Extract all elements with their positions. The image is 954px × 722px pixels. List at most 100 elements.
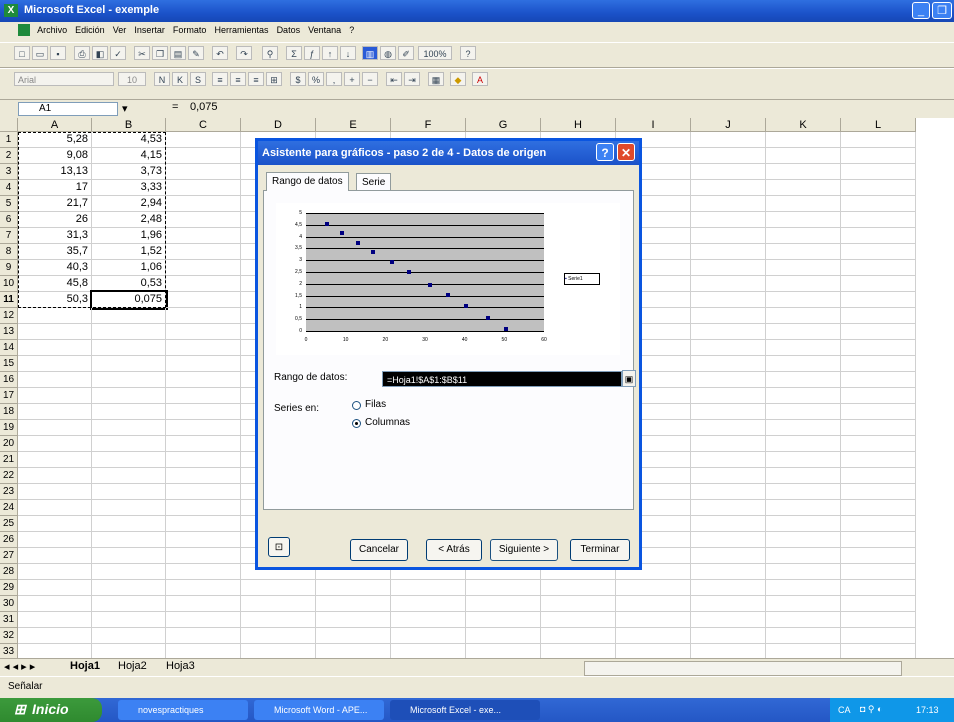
cell[interactable]: [766, 580, 841, 596]
copy-icon[interactable]: ❐: [152, 46, 168, 60]
cell[interactable]: [691, 644, 766, 658]
cell[interactable]: [616, 612, 691, 628]
cell[interactable]: [766, 148, 841, 164]
cell[interactable]: [766, 340, 841, 356]
cell[interactable]: [691, 372, 766, 388]
sort-desc-icon[interactable]: ↓: [340, 46, 356, 60]
cell[interactable]: [541, 644, 616, 658]
cell[interactable]: [841, 564, 916, 580]
cell[interactable]: [166, 180, 241, 196]
document-icon[interactable]: [18, 24, 30, 36]
cell[interactable]: [766, 228, 841, 244]
cell[interactable]: [391, 580, 466, 596]
cell[interactable]: [841, 548, 916, 564]
sheet-tab-hoja2[interactable]: Hoja2: [118, 660, 147, 672]
cell[interactable]: [841, 580, 916, 596]
cell[interactable]: 2,48: [92, 212, 166, 228]
cell[interactable]: [166, 324, 241, 340]
cell[interactable]: [18, 628, 92, 644]
row-header[interactable]: 1: [0, 132, 18, 148]
menu-ver[interactable]: Ver: [113, 25, 127, 35]
cell[interactable]: [166, 564, 241, 580]
cell[interactable]: [18, 500, 92, 516]
cell[interactable]: [841, 164, 916, 180]
range-input[interactable]: =Hoja1!$A$1:$B$11: [382, 371, 622, 387]
cell[interactable]: 45,8: [18, 276, 92, 292]
cell[interactable]: [166, 356, 241, 372]
cell[interactable]: [841, 228, 916, 244]
cell[interactable]: [166, 148, 241, 164]
align-right-icon[interactable]: ≡: [248, 72, 264, 86]
cell[interactable]: [691, 356, 766, 372]
cell[interactable]: [691, 516, 766, 532]
cell[interactable]: [18, 548, 92, 564]
cell[interactable]: [166, 580, 241, 596]
cell[interactable]: [92, 628, 166, 644]
cell[interactable]: [691, 404, 766, 420]
row-header[interactable]: 21: [0, 452, 18, 468]
column-header[interactable]: D: [241, 118, 316, 132]
cell[interactable]: [766, 612, 841, 628]
row-header[interactable]: 26: [0, 532, 18, 548]
undo-icon[interactable]: ↶: [212, 46, 228, 60]
cell[interactable]: [166, 164, 241, 180]
row-header[interactable]: 27: [0, 548, 18, 564]
cell[interactable]: [841, 612, 916, 628]
cell[interactable]: [92, 612, 166, 628]
collapse-dialog-icon[interactable]: ▣: [622, 370, 636, 387]
cell[interactable]: [18, 420, 92, 436]
cell[interactable]: [18, 436, 92, 452]
cell[interactable]: [841, 388, 916, 404]
cell[interactable]: [766, 244, 841, 260]
cell[interactable]: [92, 516, 166, 532]
cell[interactable]: [766, 644, 841, 658]
cell[interactable]: [92, 340, 166, 356]
cell[interactable]: [166, 132, 241, 148]
cell[interactable]: [766, 308, 841, 324]
italic-icon[interactable]: K: [172, 72, 188, 86]
row-header[interactable]: 31: [0, 612, 18, 628]
tab-serie[interactable]: Serie: [356, 173, 392, 191]
cell[interactable]: [841, 484, 916, 500]
cell[interactable]: [18, 484, 92, 500]
row-header[interactable]: 15: [0, 356, 18, 372]
cell[interactable]: [691, 564, 766, 580]
menu-help[interactable]: ?: [349, 25, 354, 35]
cell[interactable]: [691, 340, 766, 356]
cell[interactable]: [766, 372, 841, 388]
cell[interactable]: [92, 356, 166, 372]
cell[interactable]: [18, 596, 92, 612]
row-header[interactable]: 23: [0, 484, 18, 500]
cell[interactable]: [92, 532, 166, 548]
cell[interactable]: [391, 596, 466, 612]
row-header[interactable]: 16: [0, 372, 18, 388]
cell[interactable]: [691, 132, 766, 148]
cell[interactable]: [616, 628, 691, 644]
cell[interactable]: [691, 580, 766, 596]
cell[interactable]: [841, 276, 916, 292]
increase-indent-icon[interactable]: ⇥: [404, 72, 420, 86]
cell[interactable]: 21,7: [18, 196, 92, 212]
decrease-indent-icon[interactable]: ⇤: [386, 72, 402, 86]
decrease-decimal-icon[interactable]: −: [362, 72, 378, 86]
cell[interactable]: [18, 468, 92, 484]
column-header[interactable]: C: [166, 118, 241, 132]
cell[interactable]: [18, 356, 92, 372]
cell[interactable]: [166, 404, 241, 420]
row-header[interactable]: 12: [0, 308, 18, 324]
cell[interactable]: [691, 292, 766, 308]
spelling-icon[interactable]: ✓: [110, 46, 126, 60]
column-header[interactable]: I: [616, 118, 691, 132]
cell[interactable]: [691, 308, 766, 324]
cell[interactable]: [466, 612, 541, 628]
radio-filas-label[interactable]: Filas: [365, 399, 386, 410]
cell[interactable]: [166, 260, 241, 276]
cell[interactable]: [166, 292, 241, 308]
cell[interactable]: [691, 500, 766, 516]
taskbar-item-word[interactable]: Microsoft Word - APE...: [254, 700, 384, 720]
cell[interactable]: [166, 628, 241, 644]
cell[interactable]: [766, 356, 841, 372]
paste-icon[interactable]: ▤: [170, 46, 186, 60]
cell[interactable]: 9,08: [18, 148, 92, 164]
cell[interactable]: [18, 532, 92, 548]
